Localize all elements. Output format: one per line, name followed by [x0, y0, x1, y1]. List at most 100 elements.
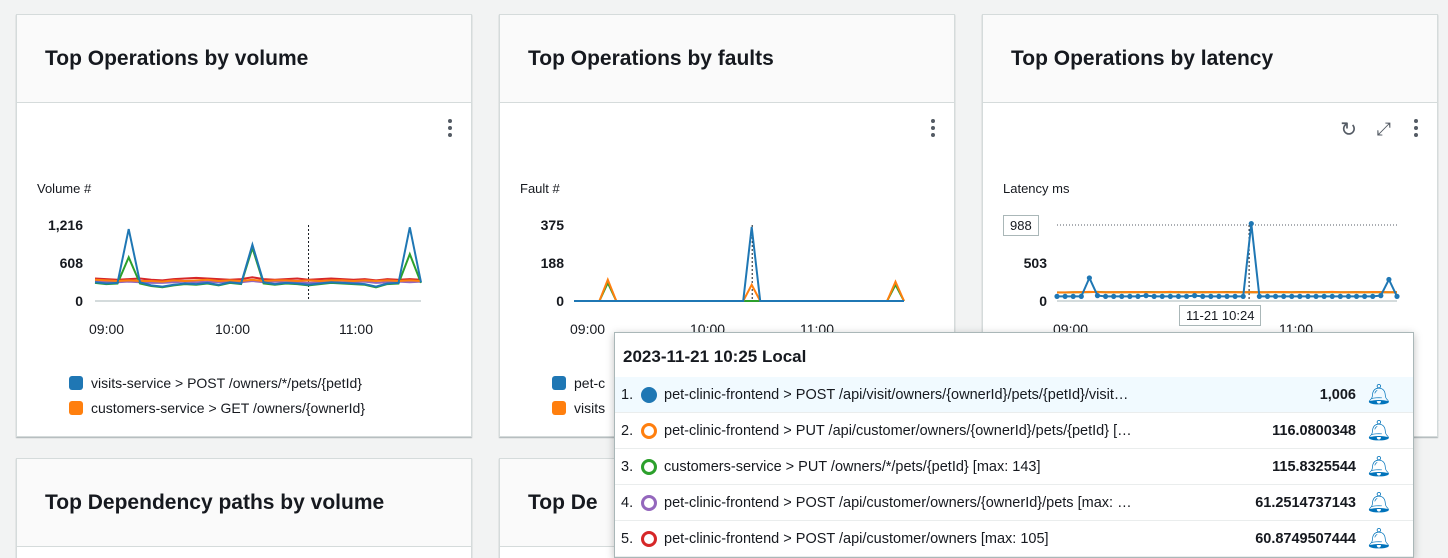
series-marker [641, 494, 657, 511]
fullscreen-icon[interactable]: ⤢ [1377, 119, 1391, 140]
card-title: Top Operations by faults [528, 47, 774, 70]
volume-line-chart[interactable] [94, 225, 422, 302]
series-value: 115.8325544 [1272, 458, 1356, 475]
tooltip-row[interactable]: 5. pet-clinic-frontend > POST /api/custom… [615, 521, 1413, 557]
series-line [574, 276, 905, 302]
card-header: Top Dependency paths by volume [17, 459, 471, 547]
series-marker [641, 458, 657, 475]
series-value: 60.8749507444 [1255, 530, 1356, 547]
y-unit-label: Volume # [37, 181, 92, 196]
data-point [1143, 293, 1149, 299]
data-point [1353, 293, 1360, 299]
bell-icon[interactable]: 🔔︎ [1356, 454, 1402, 479]
bell-icon[interactable]: 🔔︎ [1356, 526, 1402, 551]
series-label: customers-service > PUT /owners/*/pets/{… [664, 458, 1041, 475]
y-tick: 0 [556, 293, 564, 309]
tooltip-rows: 1. pet-clinic-frontend > POST /api/visit/… [615, 377, 1413, 557]
data-point [1054, 293, 1060, 299]
series-value: 116.0800348 [1272, 422, 1356, 439]
data-point [1232, 293, 1238, 299]
row-index: 5. [621, 530, 634, 547]
tooltip-row[interactable]: 3. customers-service > PUT /owners/*/pets… [615, 449, 1413, 485]
data-point [1175, 293, 1182, 299]
legend-label: customers-service > GET /owners/{ownerId… [91, 400, 366, 416]
series-label: pet-clinic-frontend > PUT /api/customer/… [664, 422, 1132, 439]
x-tick: 11:00 [339, 321, 373, 337]
hover-x-value: 11-21 10:24 [1179, 305, 1262, 326]
card-title: Top Operations by latency [1011, 47, 1274, 70]
y-tick: 375 [540, 217, 564, 233]
data-point [1264, 293, 1271, 299]
data-point [1151, 293, 1157, 299]
data-point [1297, 293, 1303, 299]
y-tick: 188 [540, 255, 564, 271]
data-point [1078, 293, 1084, 299]
x-tick: 09:00 [570, 321, 606, 337]
data-point [1070, 293, 1076, 299]
row-index: 3. [621, 458, 634, 475]
bell-icon[interactable]: 🔔︎ [1356, 418, 1402, 443]
more-options-icon[interactable] [445, 119, 455, 143]
tooltip-timestamp: 2023-11-21 10:25 Local [623, 347, 807, 366]
data-point [1394, 293, 1400, 299]
data-point [1329, 293, 1335, 299]
series-label: pet-clinic-frontend > POST /api/customer… [664, 494, 1132, 511]
latency-line-chart[interactable] [1054, 221, 1400, 302]
more-options-icon[interactable] [1411, 119, 1421, 143]
card-header: Top Operations by faults [500, 15, 954, 103]
legend-item[interactable]: pet-c [552, 375, 605, 391]
data-point [1386, 276, 1392, 283]
more-options-icon[interactable] [928, 119, 938, 143]
series-label: pet-clinic-frontend > POST /api/visit/ow… [664, 386, 1129, 403]
y-tick: 608 [59, 255, 83, 271]
legend-item[interactable]: customers-service > GET /owners/{ownerId… [69, 400, 365, 416]
data-point [1272, 293, 1279, 299]
y-unit-label: Latency ms [1003, 181, 1070, 196]
data-point [1167, 293, 1173, 299]
data-point [1378, 293, 1384, 299]
data-point [1127, 293, 1133, 299]
y-tick: 1,216 [47, 217, 83, 233]
row-index: 1. [621, 386, 634, 403]
card-body: Volume # 1,216 608 0 09:00 10:00 11:00 v… [17, 103, 471, 436]
data-point [1281, 293, 1287, 299]
data-point [1289, 293, 1295, 299]
data-point [1216, 293, 1222, 299]
series-line [1057, 223, 1398, 298]
data-point [1313, 293, 1319, 299]
data-point [1159, 293, 1165, 299]
legend-label: visits-service > POST /owners/*/pets/{pe… [91, 375, 362, 391]
data-point [1345, 293, 1352, 299]
tooltip-row[interactable]: 1. pet-clinic-frontend > POST /api/visit/… [615, 377, 1413, 413]
series-value: 1,006 [1319, 386, 1356, 403]
series-line [574, 280, 905, 302]
y-tick: 0 [75, 293, 83, 309]
tooltip-row[interactable]: 4. pet-clinic-frontend > POST /api/custom… [615, 485, 1413, 521]
x-tick: 10:00 [215, 321, 251, 337]
tooltip-row[interactable]: 2. pet-clinic-frontend > PUT /api/custome… [615, 413, 1413, 449]
legend-item[interactable]: visits-service > POST /owners/*/pets/{pe… [69, 375, 362, 391]
data-point [1135, 293, 1141, 299]
bell-icon[interactable]: 🔔︎ [1356, 382, 1402, 407]
card-header: Top Operations by latency [983, 15, 1437, 103]
refresh-icon[interactable]: ↻ [1340, 117, 1357, 142]
y-tick: 0 [1039, 293, 1047, 309]
series-line [574, 226, 904, 302]
series-marker [641, 530, 657, 547]
data-point [1102, 293, 1109, 299]
legend-label: visits [574, 400, 606, 416]
series-line [1056, 290, 1397, 294]
data-point [1305, 293, 1311, 299]
series-marker [641, 386, 657, 403]
bell-icon[interactable]: 🔔︎ [1356, 490, 1402, 515]
data-point [1111, 293, 1117, 299]
data-point [1370, 293, 1376, 299]
legend-item[interactable]: visits [552, 400, 605, 416]
card-top-dependency-volume: Top Dependency paths by volume [16, 458, 472, 558]
faults-line-chart[interactable] [574, 225, 905, 302]
data-point [1240, 293, 1246, 299]
series-label: pet-clinic-frontend > POST /api/customer… [664, 530, 1049, 547]
y-unit-label: Fault # [520, 181, 560, 196]
hover-y-value: 988 [1003, 215, 1039, 236]
card-title: Top Operations by volume [45, 47, 309, 70]
